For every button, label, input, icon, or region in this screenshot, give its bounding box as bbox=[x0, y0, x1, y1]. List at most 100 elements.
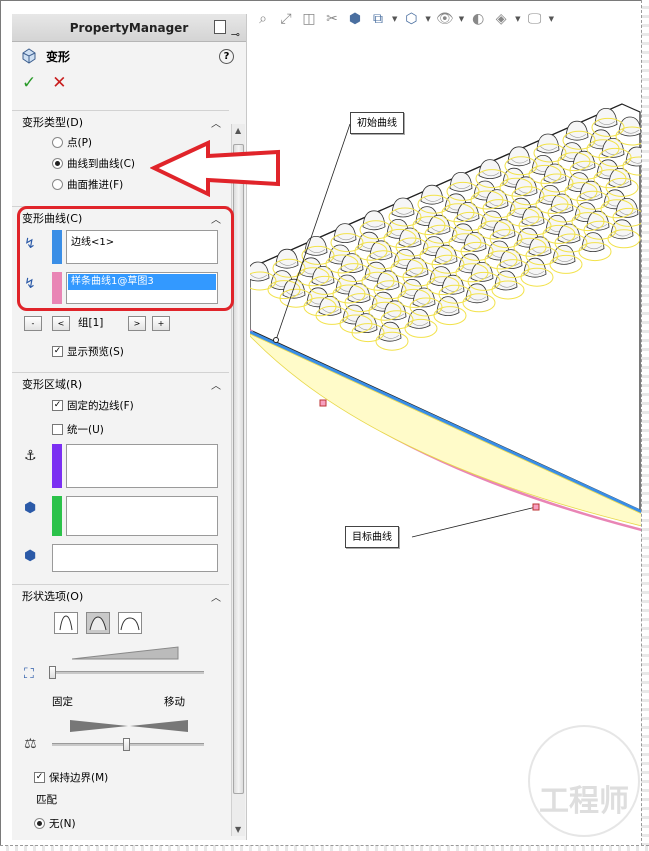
show-preview-checkbox[interactable]: ✓ 显示预览(S) bbox=[52, 344, 124, 359]
keep-boundary-label: 保持边界(M) bbox=[49, 772, 109, 784]
group-label: 组[1] bbox=[78, 317, 104, 329]
keep-boundary-box[interactable]: ✓ bbox=[34, 772, 45, 783]
model-viewport[interactable] bbox=[250, 40, 642, 540]
radio-surface-push[interactable]: 曲面推进(F) bbox=[52, 177, 123, 192]
collapse-chevron-icon[interactable]: ︿ bbox=[211, 377, 221, 392]
panel-title: PropertyManager bbox=[69, 21, 189, 35]
target-curve-leader bbox=[411, 506, 537, 538]
radio-curve-to-curve-dot[interactable] bbox=[52, 158, 63, 169]
keep-boundary-checkbox[interactable]: ✓ 保持边界(M) bbox=[34, 770, 108, 785]
remove-group-button[interactable]: - bbox=[24, 316, 42, 331]
uniform-label: 统一(U) bbox=[67, 424, 104, 436]
match-none-label: 无(N) bbox=[49, 818, 76, 830]
display-style-icon[interactable]: ⬡ bbox=[402, 10, 420, 28]
cancel-button[interactable]: ✕ bbox=[52, 73, 66, 93]
fixed-edges-checkbox[interactable]: ✓ 固定的边线(F) bbox=[52, 398, 134, 413]
zoom-fit-icon[interactable]: ⌕ bbox=[254, 10, 272, 28]
help-button[interactable]: ? bbox=[219, 48, 234, 64]
body-field[interactable] bbox=[52, 544, 218, 572]
weight-icon: ⚖ bbox=[24, 736, 37, 752]
shape-options-section: 形状选项(O) ︿ bbox=[12, 584, 229, 607]
deform-type-header[interactable]: 变形类型(D) ︿ bbox=[12, 111, 229, 133]
shape-accuracy-slider-thumb[interactable] bbox=[49, 666, 56, 679]
shape-options-header[interactable]: 形状选项(O) ︿ bbox=[12, 585, 229, 607]
radio-curve-to-curve-label: 曲线到曲线(C) bbox=[67, 158, 136, 170]
initial-curve-callout: 初始曲线 bbox=[350, 112, 404, 134]
panel-split-icon[interactable] bbox=[214, 20, 226, 34]
match-label: 匹配 bbox=[36, 794, 57, 806]
scroll-thumb[interactable] bbox=[233, 144, 244, 794]
anchor-swatch bbox=[52, 444, 62, 488]
radio-surface-push-dot[interactable] bbox=[52, 179, 63, 190]
radio-point-dot[interactable] bbox=[52, 137, 63, 148]
watermark-seal: 工程师 bbox=[528, 725, 640, 837]
next-group-button[interactable]: > bbox=[128, 316, 146, 331]
ok-button[interactable]: ✓ bbox=[22, 73, 36, 93]
heads-up-toolbar: ⌕ ⤢ ◫ ✂ ⬢ ⧉ ▼ ⬡ ▼ 👁 ▼ ◐ ◈ ▼ 🖵 ▼ bbox=[254, 10, 554, 28]
fixed-body-swatch bbox=[52, 496, 62, 536]
torn-edge-bottom bbox=[0, 845, 649, 851]
radio-curve-to-curve[interactable]: 曲线到曲线(C) bbox=[52, 156, 135, 171]
stiffness-min-icon bbox=[59, 615, 73, 631]
panel-title-bar: PropertyManager ⊸ bbox=[12, 14, 246, 42]
fixed-body-icon: ⬢ bbox=[24, 500, 37, 516]
match-none-dot[interactable] bbox=[34, 818, 45, 829]
deform-type-section: 变形类型(D) ︿ bbox=[12, 110, 229, 133]
dynamic-annotation-icon[interactable]: ⬢ bbox=[346, 10, 364, 28]
initial-curve-pick-point bbox=[273, 337, 279, 343]
shape-accuracy-ramp-icon bbox=[72, 646, 179, 660]
view-orientation-icon[interactable]: ⧉ bbox=[369, 10, 387, 28]
feature-name: 变形 bbox=[46, 49, 71, 64]
fixed-edges-box[interactable]: ✓ bbox=[52, 400, 63, 411]
show-preview-label: 显示预览(S) bbox=[67, 346, 124, 358]
weight-slider-thumb[interactable] bbox=[123, 738, 130, 751]
torn-edge-right bbox=[641, 0, 649, 851]
deform-region-header[interactable]: 变形区域(R) ︿ bbox=[12, 373, 229, 395]
section-view-icon[interactable]: ✂ bbox=[323, 10, 341, 28]
radio-point[interactable]: 点(P) bbox=[52, 135, 92, 150]
pin-icon[interactable]: ⊸ bbox=[231, 21, 240, 49]
body-icon: ⬢ bbox=[24, 548, 37, 564]
anchor-field[interactable] bbox=[66, 444, 218, 488]
anchor-icon: ⚓ bbox=[24, 448, 37, 464]
zoom-area-icon[interactable]: ⤢ bbox=[277, 10, 295, 28]
confirm-bar: ✓ ✕ bbox=[12, 70, 246, 96]
slider-label-move: 移动 bbox=[164, 696, 185, 708]
target-curve-handle-1 bbox=[319, 399, 327, 407]
watermark-text: 工程师 bbox=[539, 784, 629, 819]
shape-stiffness-max-button[interactable] bbox=[118, 612, 142, 634]
view-settings-icon[interactable]: 🖵 bbox=[526, 10, 544, 28]
deform-feature-icon bbox=[22, 48, 36, 64]
uniform-box[interactable] bbox=[52, 424, 63, 435]
initial-curve-callout-text: 初始曲线 bbox=[357, 118, 397, 129]
property-manager-panel: PropertyManager ⊸ 变形 ? ✓ ✕ ▲ ▼ 变形类型(D) ︿… bbox=[12, 14, 247, 840]
match-none-radio[interactable]: 无(N) bbox=[34, 816, 76, 831]
stiffness-mid-icon bbox=[89, 616, 107, 631]
apply-scene-icon[interactable]: ◈ bbox=[492, 10, 510, 28]
uniform-checkbox[interactable]: 统一(U) bbox=[52, 422, 104, 437]
shape-stiffness-mid-button[interactable] bbox=[86, 612, 110, 634]
edit-appearance-icon[interactable]: ◐ bbox=[469, 10, 487, 28]
show-preview-box[interactable]: ✓ bbox=[52, 346, 63, 357]
scroll-down-arrow-icon[interactable]: ▼ bbox=[235, 825, 241, 834]
fixed-body-field[interactable] bbox=[66, 496, 218, 536]
target-curve-handle-2 bbox=[532, 503, 540, 511]
deform-region-section: 变形区域(R) ︿ bbox=[12, 372, 229, 395]
shape-options-title: 形状选项(O) bbox=[22, 590, 84, 603]
deform-region-title: 变形区域(R) bbox=[22, 378, 83, 391]
scroll-up-arrow-icon[interactable]: ▲ bbox=[235, 126, 241, 135]
collapse-chevron-icon[interactable]: ︿ bbox=[211, 589, 221, 604]
shape-stiffness-min-button[interactable] bbox=[54, 612, 78, 634]
annotation-arrow-icon bbox=[150, 140, 280, 198]
add-group-button[interactable]: + bbox=[152, 316, 170, 331]
radio-surface-push-label: 曲面推进(F) bbox=[67, 179, 124, 191]
prev-group-button[interactable]: < bbox=[52, 316, 70, 331]
shape-accuracy-slider[interactable] bbox=[52, 671, 204, 674]
hide-show-icon[interactable]: 👁 bbox=[436, 10, 454, 28]
annotation-highlight-box bbox=[17, 206, 234, 311]
fixed-edges-label: 固定的边线(F) bbox=[67, 400, 134, 412]
stiffness-max-icon bbox=[120, 617, 140, 631]
previous-view-icon[interactable]: ◫ bbox=[300, 10, 318, 28]
target-curve-callout: 目标曲线 bbox=[345, 526, 399, 548]
collapse-chevron-icon[interactable]: ︿ bbox=[211, 115, 221, 130]
